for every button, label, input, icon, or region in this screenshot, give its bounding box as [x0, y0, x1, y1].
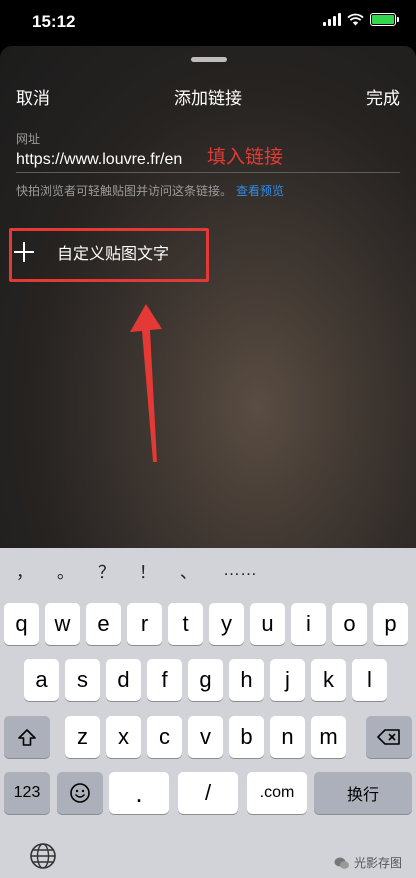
key-q[interactable]: q: [4, 603, 39, 645]
cancel-button[interactable]: 取消: [16, 84, 50, 109]
punctuation-suggestions: ， 。 ？ ！ 、 ……: [0, 548, 416, 592]
wifi-icon: [347, 13, 364, 26]
watermark: 光影存图: [334, 854, 402, 871]
url-note-text: 快拍浏览者可轻触贴图并访问这条链接。: [16, 184, 233, 198]
preview-link[interactable]: 查看预览: [236, 184, 284, 198]
sheet-grabber[interactable]: [191, 57, 227, 62]
key-z[interactable]: z: [65, 716, 100, 758]
suggestion-key[interactable]: ？: [86, 558, 127, 583]
emoji-icon: [70, 783, 90, 803]
status-time: 15:12: [32, 12, 76, 31]
numbers-key[interactable]: 123: [4, 772, 50, 814]
shift-icon: [18, 728, 36, 746]
key-p[interactable]: p: [373, 603, 408, 645]
dotcom-key[interactable]: .com: [247, 772, 307, 814]
key-c[interactable]: c: [147, 716, 182, 758]
key-k[interactable]: k: [311, 659, 346, 701]
annotation-fill-link: 填入链接: [207, 147, 284, 168]
suggestion-key[interactable]: ，: [4, 558, 45, 583]
dot-key[interactable]: .: [109, 772, 169, 814]
key-b[interactable]: b: [229, 716, 264, 758]
status-icons: [323, 13, 399, 26]
key-v[interactable]: v: [188, 716, 223, 758]
custom-sticker-text-button[interactable]: 自定义贴图文字: [14, 232, 204, 272]
key-f[interactable]: f: [147, 659, 182, 701]
slash-key[interactable]: /: [178, 772, 238, 814]
key-d[interactable]: d: [106, 659, 141, 701]
wechat-icon: [334, 857, 349, 869]
plus-icon: [14, 242, 34, 262]
done-button[interactable]: 完成: [366, 84, 400, 109]
emoji-key[interactable]: [57, 772, 103, 814]
watermark-text: 光影存图: [353, 856, 402, 870]
url-note: 快拍浏览者可轻触贴图并访问这条链接。 查看预览: [16, 182, 284, 199]
key-l[interactable]: l: [352, 659, 387, 701]
globe-icon[interactable]: [28, 841, 58, 871]
signal-icon: [323, 13, 341, 26]
keyboard: ， 。 ？ ！ 、 …… q w e r t y u i o p a s d f…: [0, 548, 416, 878]
key-s[interactable]: s: [65, 659, 100, 701]
custom-sticker-text-label: 自定义贴图文字: [57, 246, 170, 263]
key-x[interactable]: x: [106, 716, 141, 758]
backspace-icon: [377, 729, 400, 745]
key-a[interactable]: a: [24, 659, 59, 701]
sheet-title: 添加链接: [174, 89, 242, 108]
key-i[interactable]: i: [291, 603, 326, 645]
key-t[interactable]: t: [168, 603, 203, 645]
backspace-key[interactable]: [366, 716, 412, 758]
key-y[interactable]: y: [209, 603, 244, 645]
key-h[interactable]: h: [229, 659, 264, 701]
key-g[interactable]: g: [188, 659, 223, 701]
key-o[interactable]: o: [332, 603, 367, 645]
key-u[interactable]: u: [250, 603, 285, 645]
return-key[interactable]: 换行: [314, 772, 412, 814]
suggestion-key[interactable]: ……: [209, 560, 271, 580]
key-n[interactable]: n: [270, 716, 305, 758]
suggestion-key[interactable]: ！: [127, 558, 168, 583]
status-bar: 15:12: [0, 0, 416, 46]
shift-key[interactable]: [4, 716, 50, 758]
key-w[interactable]: w: [45, 603, 80, 645]
key-j[interactable]: j: [270, 659, 305, 701]
suggestion-key[interactable]: 、: [168, 558, 209, 583]
key-e[interactable]: e: [86, 603, 121, 645]
key-r[interactable]: r: [127, 603, 162, 645]
suggestion-key[interactable]: 。: [45, 558, 86, 583]
battery-icon: [370, 13, 399, 26]
add-link-sheet: 取消 添加链接 完成 网址 填入链接 快拍浏览者可轻触贴图并访问这条链接。查看预…: [0, 46, 416, 548]
annotation-arrow-icon: [130, 304, 162, 462]
key-m[interactable]: m: [311, 716, 346, 758]
url-field-label: 网址: [16, 132, 41, 146]
